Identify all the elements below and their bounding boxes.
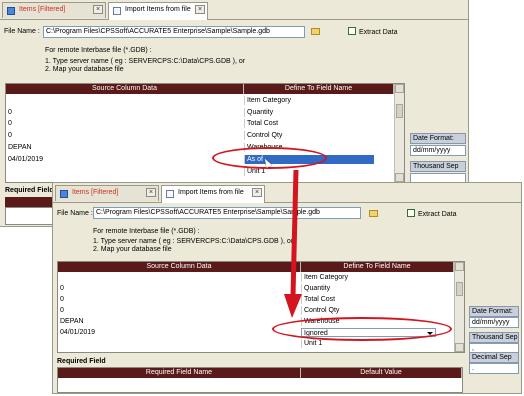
arrow-head (284, 294, 302, 318)
arrow-shaft (290, 169, 299, 297)
annotation-arrow (284, 169, 302, 318)
